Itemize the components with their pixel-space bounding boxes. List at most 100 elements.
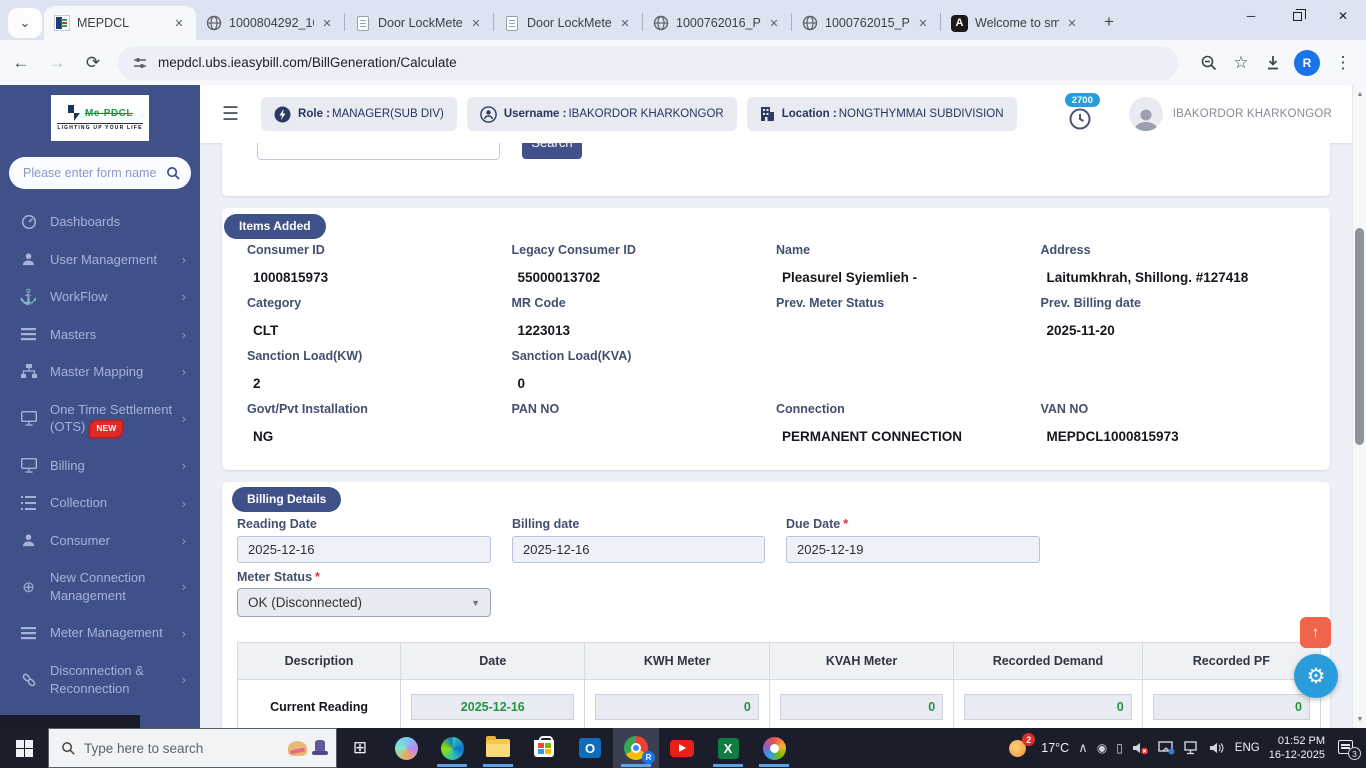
sidebar-footer-strip bbox=[0, 715, 140, 728]
download-icon[interactable] bbox=[1258, 48, 1288, 78]
due-date-label: Due Date * bbox=[786, 517, 849, 531]
avatar[interactable] bbox=[1128, 97, 1163, 131]
krita-button[interactable] bbox=[751, 728, 797, 768]
sidebar-item-collection[interactable]: Collection › bbox=[0, 484, 200, 522]
scrollbar-up-arrow[interactable]: ▲ bbox=[1353, 87, 1366, 101]
outlook-button[interactable]: O bbox=[567, 728, 613, 768]
sidebar-item-workflow[interactable]: ⚓ WorkFlow › bbox=[0, 278, 200, 316]
browser-profile-avatar[interactable]: R bbox=[1294, 49, 1320, 76]
language-indicator[interactable]: ENG bbox=[1235, 742, 1260, 754]
reading-date-input[interactable] bbox=[237, 536, 491, 563]
site-settings-icon[interactable] bbox=[132, 55, 148, 71]
tab-close-icon[interactable]: ✕ bbox=[467, 14, 485, 32]
sidebar-item-dashboards[interactable]: Dashboards bbox=[0, 203, 200, 241]
sidebar-item-label: Master Mapping bbox=[50, 364, 144, 380]
sidebar-item-new-connection[interactable]: ⊕ New Connection Management › bbox=[0, 559, 200, 614]
sidebar-item-masters[interactable]: Masters › bbox=[0, 316, 200, 354]
browser-tab[interactable]: Door LockMeter ✕ bbox=[494, 6, 642, 40]
browser-tab[interactable]: 1000762015_Per ✕ bbox=[792, 6, 940, 40]
sidebar-item-billing[interactable]: Billing › bbox=[0, 447, 200, 485]
weather-widget[interactable]: 2 bbox=[1008, 733, 1036, 759]
billing-date-input[interactable] bbox=[512, 536, 765, 563]
taskbar-clock[interactable]: 01:52 PM 16-12-2025 bbox=[1269, 734, 1325, 763]
volume-icon[interactable] bbox=[1209, 741, 1226, 755]
recorded-pf-input[interactable]: 0 bbox=[1152, 694, 1310, 720]
settings-gear-button[interactable]: ⚙ bbox=[1294, 654, 1338, 698]
sidebar-item-ots[interactable]: One Time Settlement (OTS) NEW › bbox=[0, 391, 200, 447]
browser-tab[interactable]: 1000762016_Per ✕ bbox=[643, 6, 791, 40]
tab-close-icon[interactable]: ✕ bbox=[765, 14, 783, 32]
sidebar-item-user-management[interactable]: User Management › bbox=[0, 241, 200, 279]
field-mr-code: MR Code 1223013 bbox=[511, 296, 571, 338]
browser-tab[interactable]: Door LockMeter ✕ bbox=[345, 6, 493, 40]
tray-expand-chevron-icon[interactable]: ∧ bbox=[1078, 740, 1088, 756]
search-icon[interactable] bbox=[166, 166, 181, 181]
sidebar-item-consumer[interactable]: Consumer › bbox=[0, 522, 200, 560]
search-button[interactable]: Search bbox=[522, 143, 582, 159]
tab-close-icon[interactable]: ✕ bbox=[1063, 14, 1081, 32]
form-search-input[interactable] bbox=[23, 166, 166, 180]
field-legacy-consumer-id: Legacy Consumer ID 55000013702 bbox=[511, 243, 636, 285]
chrome-button[interactable]: R bbox=[613, 728, 659, 768]
microsoft-store-button[interactable] bbox=[521, 728, 567, 768]
temperature-text[interactable]: 17°C bbox=[1041, 741, 1069, 755]
sidebar-item-label: WorkFlow bbox=[50, 289, 108, 305]
new-tab-button[interactable]: + bbox=[1095, 8, 1123, 36]
field-connection: Connection PERMANENT CONNECTION bbox=[776, 402, 963, 444]
tab-close-icon[interactable]: ✕ bbox=[318, 14, 336, 32]
browser-menu-icon[interactable]: ⋮ bbox=[1328, 48, 1358, 78]
taskbar-search[interactable] bbox=[48, 728, 337, 768]
muted-speaker-icon[interactable] bbox=[1132, 740, 1149, 756]
kwh-meter-input[interactable]: 0 bbox=[595, 694, 759, 720]
phone-icon[interactable]: ▯ bbox=[1116, 741, 1123, 755]
hamburger-icon[interactable]: ☰ bbox=[222, 103, 239, 126]
session-timer[interactable]: 2700 bbox=[1063, 93, 1103, 134]
list-icon bbox=[20, 625, 37, 642]
copilot-button[interactable] bbox=[383, 728, 429, 768]
task-view-button[interactable]: ⊞ bbox=[337, 728, 383, 768]
field-name: Name Pleasurel Syiemlieh - bbox=[776, 243, 918, 285]
scroll-to-top-button[interactable]: ↑ bbox=[1300, 617, 1331, 648]
browser-tab-active[interactable]: MEPDCL ✕ bbox=[44, 6, 196, 40]
browser-tab[interactable]: 1000804292_16- ✕ bbox=[196, 6, 344, 40]
forward-icon[interactable]: → bbox=[42, 48, 72, 78]
notification-center-button[interactable]: 3 bbox=[1338, 739, 1361, 760]
due-date-input[interactable] bbox=[786, 536, 1040, 563]
taskbar-search-input[interactable] bbox=[84, 740, 288, 756]
excel-button[interactable]: X bbox=[705, 728, 751, 768]
browser-tab[interactable]: A Welcome to sma ✕ bbox=[941, 6, 1089, 40]
sidebar-item-meter-management[interactable]: Meter Management › bbox=[0, 614, 200, 652]
back-icon[interactable]: ← bbox=[6, 48, 36, 78]
start-button[interactable] bbox=[0, 728, 48, 768]
location-label: Location : bbox=[781, 108, 837, 120]
restore-button[interactable] bbox=[1274, 0, 1320, 32]
sidebar-item-disconnection[interactable]: Disconnection & Reconnection › bbox=[0, 652, 200, 707]
consumer-search-input[interactable] bbox=[257, 143, 500, 160]
reload-icon[interactable]: ⟳ bbox=[78, 48, 108, 78]
scrollbar-down-arrow[interactable]: ▼ bbox=[1353, 712, 1366, 726]
tab-close-icon[interactable]: ✕ bbox=[914, 14, 932, 32]
meter-status-select[interactable]: OK (Disconnected) ▼ bbox=[237, 588, 491, 617]
page-scrollbar[interactable]: ▲ ▼ bbox=[1352, 85, 1366, 728]
search-highlight-hats-icon[interactable] bbox=[288, 740, 328, 756]
close-window-button[interactable]: ✕ bbox=[1320, 0, 1366, 32]
cast-icon[interactable] bbox=[1158, 741, 1175, 755]
address-bar[interactable]: mepdcl.ubs.ieasybill.com/BillGeneration/… bbox=[118, 45, 1178, 80]
bookmark-star-icon[interactable]: ☆ bbox=[1226, 48, 1256, 78]
outlook-icon: O bbox=[579, 738, 601, 758]
current-reading-date-input[interactable]: 2025-12-16 bbox=[411, 694, 575, 720]
scrollbar-thumb[interactable] bbox=[1355, 228, 1364, 445]
sidebar-item-master-mapping[interactable]: Master Mapping › bbox=[0, 353, 200, 391]
youtube-button[interactable] bbox=[659, 728, 705, 768]
tab-close-icon[interactable]: ✕ bbox=[170, 14, 188, 32]
minimize-button[interactable]: ─ bbox=[1228, 0, 1274, 32]
network-icon[interactable] bbox=[1184, 741, 1200, 755]
tab-close-icon[interactable]: ✕ bbox=[616, 14, 634, 32]
recorded-demand-input[interactable]: 0 bbox=[964, 694, 1132, 720]
zoom-out-icon[interactable] bbox=[1194, 48, 1224, 78]
edge-button[interactable] bbox=[429, 728, 475, 768]
file-explorer-button[interactable] bbox=[475, 728, 521, 768]
kvah-meter-input[interactable]: 0 bbox=[779, 694, 944, 720]
tab-search-button[interactable]: ⌄ bbox=[8, 8, 42, 38]
record-icon[interactable]: ◉ bbox=[1097, 741, 1107, 755]
